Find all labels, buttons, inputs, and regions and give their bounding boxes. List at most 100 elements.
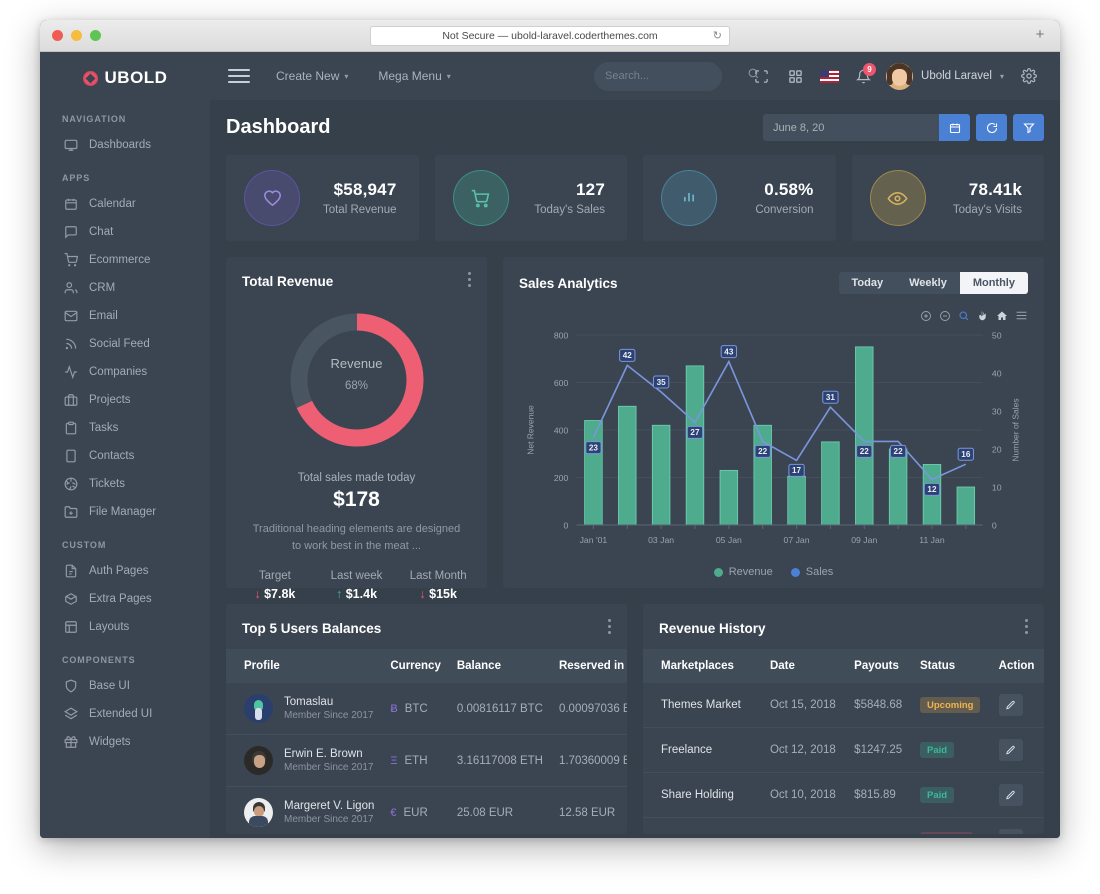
filter-button[interactable] [1013,114,1044,141]
zoom-in-icon[interactable] [920,310,932,322]
legend-item-revenue[interactable]: Revenue [713,566,773,578]
sidebar-item-projects[interactable]: Projects [40,386,210,414]
user-menu[interactable]: Ubold Laravel ▾ [880,62,1012,90]
sidebar-item-base-ui[interactable]: Base UI [40,672,210,700]
more-vertical-icon[interactable] [468,272,471,290]
minimize-window-button[interactable] [71,30,82,41]
menu-mega-menu[interactable]: Mega Menu ▾ [378,69,450,83]
sidebar-item-layouts[interactable]: Layouts [40,613,210,641]
sidebar-item-chat[interactable]: Chat [40,218,210,246]
reserved-cell: 0.00097036 B’ [550,683,627,735]
edit-pencil-icon[interactable] [998,829,1023,834]
chart-toolbar[interactable] [920,309,1028,322]
table-row[interactable]: Margeret V. Ligon Member Since 2017 € EUR… [226,786,627,834]
sidebar-item-contacts[interactable]: Contacts [40,442,210,470]
sidebar-item-dashboards[interactable]: Dashboards [40,131,210,159]
more-vertical-icon[interactable] [1025,619,1028,637]
tab-monthly[interactable]: Monthly [959,272,1028,294]
table-row[interactable]: Share Holding Oct 10, 2018 $815.89 Paid [643,772,1044,818]
table-row[interactable]: Tomaslau Member Since 2017 Ƀ BTC 0.008161… [226,683,627,735]
donut-center-text: Revenue 68% [287,356,427,392]
user-name: Margeret V. Ligon [284,800,375,812]
notifications-button[interactable]: 9 [846,59,880,93]
tab-weekly[interactable]: Weekly [896,272,960,294]
settings-button[interactable] [1012,59,1046,93]
home-reset-icon[interactable] [996,310,1008,322]
sidebar-item-file-manager[interactable]: File Manager [40,498,210,526]
reload-icon[interactable]: ↻ [713,29,722,42]
sidebar-item-crm[interactable]: CRM [40,274,210,302]
refresh-button[interactable] [976,114,1007,141]
calendar-button[interactable] [939,114,970,141]
activity-icon [64,365,78,379]
sidebar-item-social-feed[interactable]: Social Feed [40,330,210,358]
search-box[interactable] [594,61,759,91]
menu-create-new[interactable]: Create New ▾ [276,69,348,83]
sidebar-item-companies[interactable]: Companies [40,358,210,386]
stat-amount: $7.8k [264,587,296,601]
card-title: Sales Analytics [519,275,618,291]
more-vertical-icon[interactable] [608,619,611,637]
sidebar-section-navigation: NAVIGATION [62,114,127,124]
table-row[interactable]: Freelance Oct 12, 2018 $1247.25 Paid [643,727,1044,773]
new-tab-button[interactable]: + [1032,27,1048,44]
avatar [244,798,273,827]
stat-text: $58,947 Total Revenue [323,180,397,216]
stat-value: ↑ $1.4k [316,587,398,601]
stat-amount: $15k [429,587,457,601]
stat-value: 127 [576,180,605,199]
currency-cell: Ξ ETH [390,755,441,767]
selection-zoom-icon[interactable] [958,310,970,322]
sidebar-item-tickets[interactable]: Tickets [40,470,210,498]
language-flag-button[interactable] [812,59,846,93]
brand-logo[interactable]: UBOLD [40,52,210,100]
maximize-window-button[interactable] [90,30,101,41]
stat-label: Target [258,570,291,582]
page-toolbar [763,114,1044,141]
close-window-button[interactable] [52,30,63,41]
edit-pencil-icon[interactable] [998,784,1023,806]
arrow-down-icon: ↓ [254,587,261,601]
table-row[interactable]: Envato's Affiliates Oct 03, 2018 $248.75… [643,818,1044,834]
marketplace-cell: Themes Market [643,683,762,728]
tab-today[interactable]: Today [839,272,897,294]
sales-chart[interactable]: 0 200 400 600 800 0 10 20 30 40 50 Net Revenue Numbe… [503,325,1044,588]
svg-text:400: 400 [554,426,569,436]
avatar [244,746,273,775]
hamburger-icon[interactable] [228,68,250,84]
sidebar-item-tasks[interactable]: Tasks [40,414,210,442]
stat-value: ↓ $15k [397,587,479,601]
address-bar[interactable]: Not Secure — ubold-laravel.coderthemes.c… [370,25,730,46]
table-row[interactable]: Erwin E. Brown Member Since 2017 Ξ ETH 3.… [226,734,627,787]
sidebar-item-ecommerce[interactable]: Ecommerce [40,246,210,274]
date-input[interactable] [763,114,939,141]
pan-icon[interactable] [977,310,989,322]
search-input[interactable] [605,70,748,82]
fullscreen-button[interactable] [744,59,778,93]
sidebar-item-auth-pages[interactable]: Auth Pages [40,557,210,585]
window-controls[interactable] [40,30,101,41]
table-header-row: Profile Currency Balance Reserved in o [226,649,627,683]
apps-grid-button[interactable] [778,59,812,93]
us-flag-icon [819,69,839,83]
legend-item-sales[interactable]: Sales [790,566,833,578]
sidebar-item-extra-pages[interactable]: Extra Pages [40,585,210,613]
sidebar-item-email[interactable]: Email [40,302,210,330]
edit-pencil-icon[interactable] [998,694,1023,716]
sidebar-item-label: Extra Pages [89,593,152,605]
col-currency: Currency [390,660,441,672]
edit-pencil-icon[interactable] [998,739,1023,761]
col-action: Action [998,660,1035,672]
date-range-picker[interactable] [763,114,970,141]
menu-icon[interactable] [1015,309,1028,322]
balance-cell: 25.08 EUR [448,786,551,834]
sidebar-item-extended-ui[interactable]: Extended UI [40,700,210,728]
col-balance: Balance [456,660,501,672]
zoom-out-icon[interactable] [939,310,951,322]
payout-cell: $5848.68 [846,683,912,728]
status-badge: Upcoming [920,697,981,713]
sidebar-item-widgets[interactable]: Widgets [40,728,210,756]
sidebar-item-calendar[interactable]: Calendar [40,190,210,218]
period-segmented-control[interactable]: Today Weekly Monthly [838,272,1028,294]
table-row[interactable]: Themes Market Oct 15, 2018 $5848.68 Upco… [643,683,1044,728]
